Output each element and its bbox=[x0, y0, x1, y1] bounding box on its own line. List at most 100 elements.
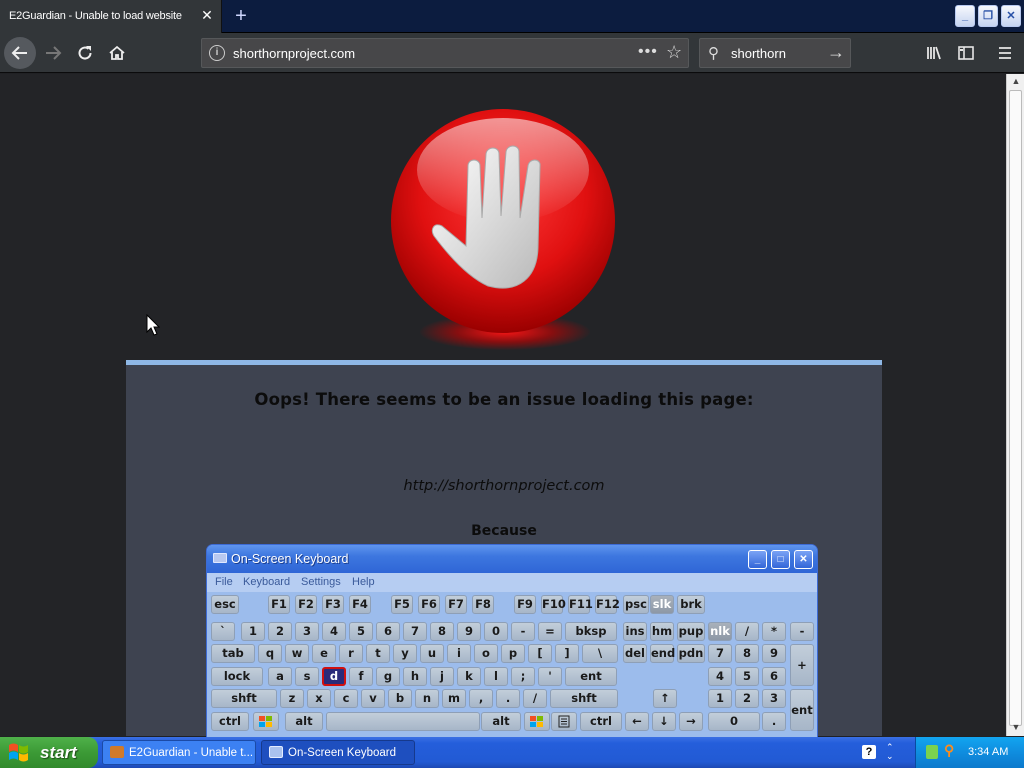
osk-key-sym5-5[interactable]: ↓ bbox=[652, 712, 676, 731]
osk-key-sym1-11[interactable]: - bbox=[511, 622, 535, 641]
osk-key-alt[interactable]: alt bbox=[285, 712, 323, 731]
osk-key-sym5-4[interactable]: ← bbox=[625, 712, 649, 731]
osk-titlebar[interactable]: On-Screen Keyboard _ □ ✕ bbox=[207, 545, 817, 573]
osk-key-5[interactable]: 5 bbox=[349, 622, 373, 641]
osk-key-g[interactable]: g bbox=[376, 667, 400, 686]
osk-key-shft[interactable]: shft bbox=[550, 689, 618, 708]
osk-key-0[interactable]: 0 bbox=[708, 712, 760, 731]
osk-key-w[interactable]: w bbox=[285, 644, 309, 663]
osk-key-m[interactable]: m bbox=[442, 689, 466, 708]
back-button[interactable] bbox=[4, 37, 36, 69]
tray-expand-icon[interactable]: ⌃ ⌄ bbox=[886, 743, 894, 761]
osk-key-sym5-6[interactable]: → bbox=[679, 712, 703, 731]
osk-menu-file[interactable]: File bbox=[215, 576, 233, 588]
osk-key-ent[interactable]: ent bbox=[790, 689, 814, 731]
osk-key-sym4-8[interactable]: , bbox=[469, 689, 493, 708]
osk-key-f3[interactable]: F3 bbox=[322, 595, 344, 614]
osk-key-8[interactable]: 8 bbox=[735, 644, 759, 663]
osk-key-alt[interactable]: alt bbox=[481, 712, 521, 731]
address-input[interactable]: shorthornproject.com bbox=[233, 46, 355, 61]
osk-key-ent[interactable]: ent bbox=[565, 667, 617, 686]
osk-key-psc[interactable]: psc bbox=[623, 595, 649, 614]
start-button[interactable]: start bbox=[0, 737, 98, 768]
osk-key-h[interactable]: h bbox=[403, 667, 427, 686]
osk-key-f2[interactable]: F2 bbox=[295, 595, 317, 614]
osk-key-v[interactable]: v bbox=[361, 689, 385, 708]
osk-key-4[interactable]: 4 bbox=[322, 622, 346, 641]
osk-key-l[interactable]: l bbox=[484, 667, 508, 686]
osk-key-sym2-12[interactable]: ] bbox=[555, 644, 579, 663]
osk-key-f11[interactable]: F11 bbox=[568, 595, 593, 614]
security-shield-icon[interactable] bbox=[926, 745, 938, 759]
osk-key-3[interactable]: 3 bbox=[295, 622, 319, 641]
osk-key-pdn[interactable]: pdn bbox=[677, 644, 705, 663]
osk-key-del[interactable]: del bbox=[623, 644, 647, 663]
osk-key-sym2-20[interactable]: + bbox=[790, 644, 814, 686]
osk-menu-keyboard[interactable]: Keyboard bbox=[243, 576, 290, 588]
scrollbar[interactable]: ▲ ▼ bbox=[1006, 74, 1024, 736]
osk-key-4[interactable]: 4 bbox=[708, 667, 732, 686]
osk-key-win-icon[interactable] bbox=[524, 712, 550, 731]
page-actions-icon[interactable]: ••• bbox=[638, 43, 658, 61]
osk-key-k[interactable]: k bbox=[457, 667, 481, 686]
osk-key-f5[interactable]: F5 bbox=[391, 595, 413, 614]
osk-key-app-icon[interactable] bbox=[551, 712, 577, 731]
osk-key-brk[interactable]: brk bbox=[677, 595, 705, 614]
osk-key-1[interactable]: 1 bbox=[241, 622, 265, 641]
osk-key-7[interactable]: 7 bbox=[403, 622, 427, 641]
osk-key-sym5-8[interactable]: . bbox=[762, 712, 786, 731]
osk-key-win-icon[interactable] bbox=[253, 712, 279, 731]
forward-button[interactable] bbox=[37, 37, 69, 69]
osk-key-9[interactable]: 9 bbox=[762, 644, 786, 663]
osk-key-f6[interactable]: F6 bbox=[418, 595, 440, 614]
osk-key-y[interactable]: y bbox=[393, 644, 417, 663]
osk-key-q[interactable]: q bbox=[258, 644, 282, 663]
new-tab-button[interactable]: + bbox=[230, 4, 252, 28]
search-go-icon[interactable]: → bbox=[827, 42, 845, 63]
osk-key-t[interactable]: t bbox=[366, 644, 390, 663]
search-bar[interactable]: ⚲ shorthorn → bbox=[699, 38, 851, 68]
osk-key-esc[interactable]: esc bbox=[211, 595, 239, 614]
osk-key-5[interactable]: 5 bbox=[735, 667, 759, 686]
taskbar-item-osk[interactable]: On-Screen Keyboard bbox=[261, 740, 415, 765]
osk-key-8[interactable]: 8 bbox=[430, 622, 454, 641]
osk-key-f8[interactable]: F8 bbox=[472, 595, 494, 614]
osk-key-ctrl[interactable]: ctrl bbox=[580, 712, 622, 731]
osk-key-u[interactable]: u bbox=[420, 644, 444, 663]
osk-key-sym3-10[interactable]: ; bbox=[511, 667, 535, 686]
osk-minimize-button[interactable]: _ bbox=[748, 550, 767, 569]
sidebar-icon[interactable] bbox=[952, 39, 980, 67]
osk-key-space[interactable] bbox=[326, 712, 480, 731]
info-icon[interactable]: i bbox=[209, 45, 225, 61]
osk-key-f10[interactable]: F10 bbox=[541, 595, 566, 614]
osk-key-i[interactable]: i bbox=[447, 644, 471, 663]
tab-active[interactable]: E2Guardian - Unable to load website ✕ bbox=[0, 0, 222, 33]
osk-key-6[interactable]: 6 bbox=[376, 622, 400, 641]
osk-close-button[interactable]: ✕ bbox=[794, 550, 813, 569]
osk-key-sym1-20[interactable]: - bbox=[790, 622, 814, 641]
osk-key-f7[interactable]: F7 bbox=[445, 595, 467, 614]
osk-key-o[interactable]: o bbox=[474, 644, 498, 663]
osk-key-f9[interactable]: F9 bbox=[514, 595, 536, 614]
scroll-up-icon[interactable]: ▲ bbox=[1010, 76, 1022, 86]
osk-maximize-button[interactable]: □ bbox=[771, 550, 790, 569]
osk-key-tab[interactable]: tab bbox=[211, 644, 255, 663]
osk-key-7[interactable]: 7 bbox=[708, 644, 732, 663]
osk-key-lock[interactable]: lock bbox=[211, 667, 263, 686]
osk-key-z[interactable]: z bbox=[280, 689, 304, 708]
osk-key-d[interactable]: d bbox=[322, 667, 346, 686]
osk-key-sym4-9[interactable]: . bbox=[496, 689, 520, 708]
menu-hamburger-icon[interactable] bbox=[991, 39, 1019, 67]
search-input[interactable]: shorthorn bbox=[731, 46, 786, 61]
osk-key-sym1-19[interactable]: * bbox=[762, 622, 786, 641]
osk-key-x[interactable]: x bbox=[307, 689, 331, 708]
scroll-down-icon[interactable]: ▼ bbox=[1010, 722, 1022, 732]
osk-key-sym1-12[interactable]: = bbox=[538, 622, 562, 641]
address-bar[interactable]: i shorthornproject.com ••• ☆ bbox=[201, 38, 689, 68]
osk-key-p[interactable]: p bbox=[501, 644, 525, 663]
osk-key-e[interactable]: e bbox=[312, 644, 336, 663]
close-window-button[interactable]: ✕ bbox=[1001, 5, 1021, 27]
osk-key-ctrl[interactable]: ctrl bbox=[211, 712, 249, 731]
osk-key-c[interactable]: c bbox=[334, 689, 358, 708]
osk-key-2[interactable]: 2 bbox=[268, 622, 292, 641]
